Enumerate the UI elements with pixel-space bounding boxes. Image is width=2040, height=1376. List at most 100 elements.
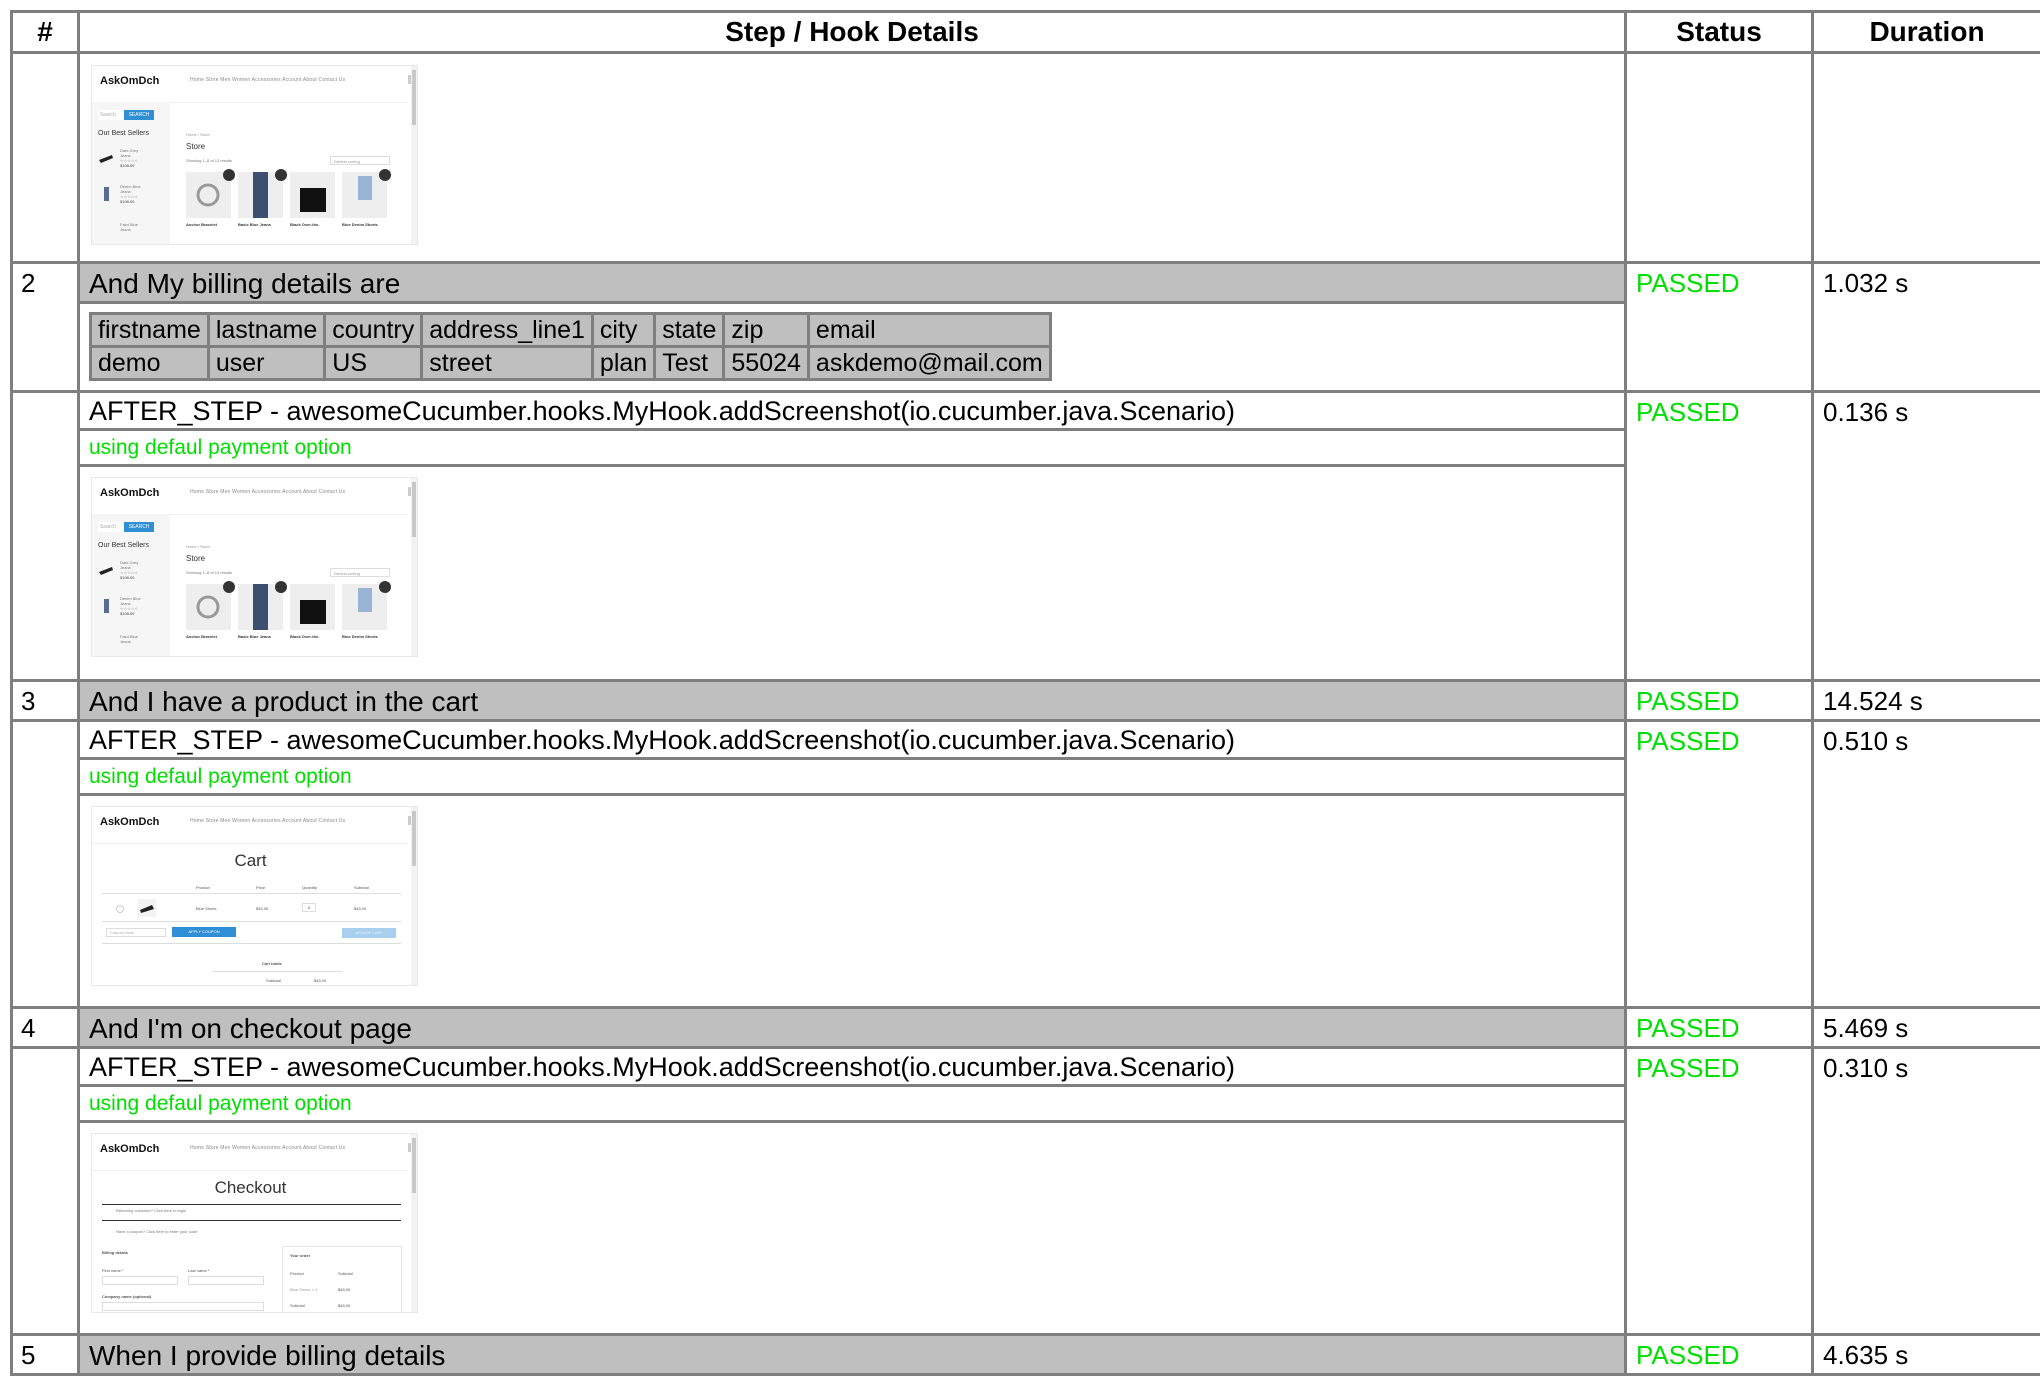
sort-select: Default sorting [330,568,390,577]
billing-value: US [325,347,422,380]
page-title: Store [186,142,205,151]
hook-duration: 0.310 s [1813,1048,2040,1335]
store-screenshot[interactable]: AskOmDch Home Store Men Women Accessorie… [92,66,417,244]
best-seller-item: Denim BlueJeans☆☆☆☆☆$108.00 [98,596,158,618]
step-number: 2 [12,263,79,392]
breadcrumb: Home / Store [186,132,210,137]
billing-details-table: firstname lastname country address_line1… [89,312,1052,381]
order-subtotal-label: Subtotal [290,1303,305,1308]
status-cell [1626,53,1813,263]
divider [212,971,342,972]
step-title: And I have a product in the cart [79,681,1626,721]
order-item-price: $45.00 [338,1287,350,1292]
hook-message: using defaul payment option [80,760,1624,796]
sidebar: Search SEARCH Our Best Sellers Dark Grey… [92,514,170,656]
divider [102,1220,401,1221]
sale-badge-icon [223,169,235,181]
billing-col-header: address_line1 [422,314,593,347]
company-field [102,1302,264,1311]
billing-col-header: zip [724,314,809,347]
quantity-input: 1 [302,903,316,912]
page-title: Cart [92,851,409,871]
billing-value: 55024 [724,347,809,380]
product-thumb-icon [98,563,114,577]
divider [102,893,401,894]
page-title: Checkout [92,1178,409,1198]
billing-col-header: lastname [208,314,324,347]
checkout-screenshot[interactable]: AskOmDch Home Store Men Women Accessorie… [92,1134,417,1312]
product-image [290,172,335,218]
billing-data-cell: firstname lastname country address_line1… [79,303,1626,392]
table-row: 5 When I provide billing details PASSED … [12,1335,2040,1375]
cart-item-name: Blue Shoes [196,906,216,911]
company-label: Company name (optional) [102,1294,151,1299]
remove-icon [116,905,124,913]
first-name-field [102,1276,178,1285]
search-input: Search [98,522,126,532]
order-item: Blue Shoes × 1 [290,1287,317,1292]
result-count: Showing 1–8 of 13 results [186,570,232,575]
product-thumb-icon [98,599,114,613]
product-image [342,584,387,630]
returning-customer-notice: Returning customer? Click here to login [116,1208,186,1213]
site-nav: Home Store Men Women Accessories Account… [190,818,345,824]
item-name: Jeans [120,227,131,232]
table-row: 3 And I have a product in the cart PASSE… [12,681,2040,721]
product-image [186,584,231,630]
item-price: $108.00 [120,611,134,616]
step-title: And My billing details are [79,263,1626,303]
screenshot-scrollbar [411,807,417,985]
hook-cell: AFTER_STEP - awesomeCucumber.hooks.MyHoo… [79,392,1626,681]
store-screenshot[interactable]: AskOmDch Home Store Men Women Accessorie… [92,478,417,656]
header-duration: Duration [1813,12,2040,53]
product-thumb-icon [138,899,156,917]
product-thumb-icon [98,151,114,165]
table-row: AFTER_STEP - awesomeCucumber.hooks.MyHoo… [12,392,2040,681]
product-image [290,584,335,630]
table-row: 4 And I'm on checkout page PASSED 5.469 … [12,1008,2040,1048]
sale-badge-icon [275,169,287,181]
last-name-label: Last name * [188,1268,209,1273]
product-name: Black Over-the- [290,222,320,227]
sale-badge-icon [379,169,391,181]
col-product: Product [196,885,210,890]
product-image [238,584,283,630]
screenshot-scrollbar [411,66,417,244]
coupon-input: Coupon code [106,928,166,937]
item-price: $108.00 [120,199,134,204]
site-header: AskOmDch Home Store Men Women Accessorie… [92,478,409,515]
hook-title: AFTER_STEP - awesomeCucumber.hooks.MyHoo… [80,1049,1624,1087]
billing-col-header: city [592,314,654,347]
item-name: Jeans [120,639,131,644]
site-nav: Home Store Men Women Accessories Account… [190,77,345,83]
product-name: Blue Denim Shorts [342,634,378,639]
site-brand: AskOmDch [100,487,159,499]
order-subtotal-value: $45.00 [338,1303,350,1308]
product-name: Black Over-the- [290,634,320,639]
step-status: PASSED [1626,1008,1813,1048]
product-name: Basic Blue Jeans [238,222,271,227]
num-cell [12,392,79,681]
divider [102,1204,401,1205]
apply-coupon-button: APPLY COUPON [172,927,236,937]
duration-cell [1813,53,2040,263]
num-cell [12,53,79,263]
best-seller-item: Faint BlueJeans [98,222,158,244]
last-name-field [188,1276,264,1285]
best-sellers-title: Our Best Sellers [98,130,149,137]
table-row: AskOmDch Home Store Men Women Accessorie… [12,53,2040,263]
your-order-title: Your order [290,1253,310,1258]
update-cart-button: UPDATE CART [342,928,396,938]
hook-duration: 0.510 s [1813,721,2040,1008]
hook-status: PASSED [1626,721,1813,1008]
step-duration: 4.635 s [1813,1335,2040,1375]
billing-col-header: email [808,314,1050,347]
best-sellers-title: Our Best Sellers [98,542,149,549]
step-status: PASSED [1626,681,1813,721]
search-input: Search [98,110,126,120]
hook-message: using defaul payment option [80,1087,1624,1123]
product-name: Anchor Bracelet [186,634,217,639]
billing-value: askdemo@mail.com [808,347,1050,380]
search-button: SEARCH [124,110,154,120]
cart-screenshot[interactable]: AskOmDch Home Store Men Women Accessorie… [92,807,417,985]
